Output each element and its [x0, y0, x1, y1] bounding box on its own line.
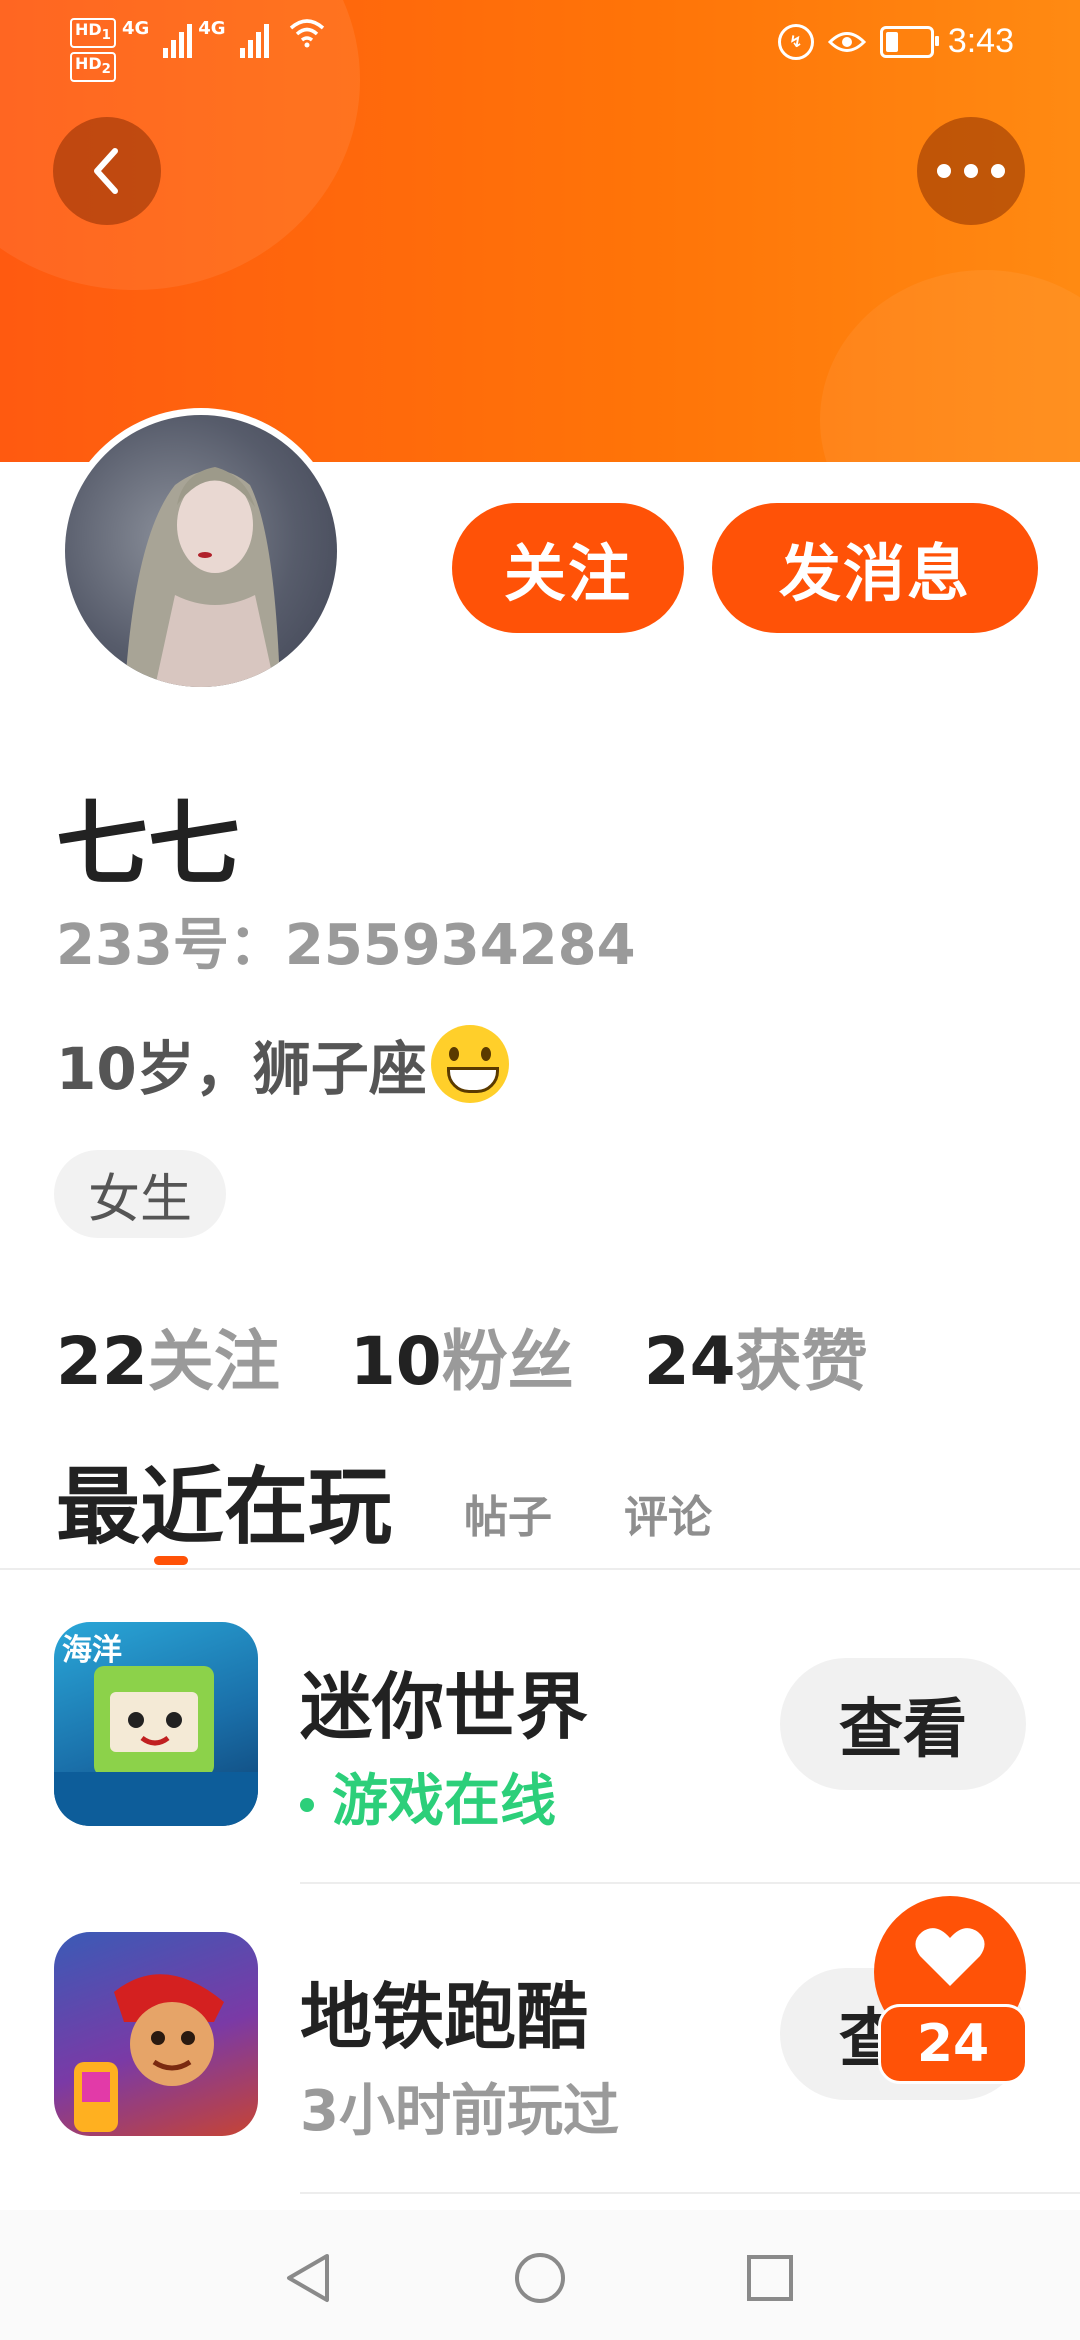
nav-home-button[interactable]	[512, 2250, 568, 2306]
back-button[interactable]	[53, 117, 161, 225]
profile-stats: 22关注 10粉丝 24获赞	[56, 1308, 868, 1404]
profile-header: HD1 HD2 4G 4G ↯ 3:43	[0, 0, 1080, 462]
battery-icon	[879, 25, 939, 58]
nav-back-button[interactable]	[280, 2250, 336, 2306]
profile-bio: 10岁，狮子座	[56, 1022, 509, 1106]
divider	[0, 1568, 1080, 1570]
avatar-image	[65, 415, 337, 687]
stat-fans[interactable]: 10粉丝	[350, 1308, 574, 1404]
more-dots-icon	[937, 164, 1005, 178]
tab-comments[interactable]: 评论	[624, 1481, 712, 1545]
online-dot-icon	[300, 1797, 314, 1812]
signal-label: 4G	[198, 18, 226, 39]
header-decoration	[820, 270, 1080, 462]
status-bar: HD1 HD2 4G 4G ↯ 3:43	[0, 0, 1080, 90]
signal-label: 4G	[121, 18, 150, 39]
divider	[300, 1882, 1080, 1884]
game-title: 迷你世界	[300, 1665, 589, 1749]
grin-emoji-icon	[430, 1025, 509, 1103]
follow-button[interactable]: 关注	[452, 503, 684, 633]
stat-following[interactable]: 22关注	[56, 1308, 280, 1404]
stat-likes[interactable]: 24获赞	[644, 1308, 868, 1404]
nav-recents-button[interactable]	[742, 2250, 798, 2306]
triangle-back-icon	[287, 2254, 329, 2302]
network-indicator: HD1 HD2	[70, 18, 116, 86]
back-arrow-icon	[94, 148, 118, 194]
game-icon-badge: 海洋	[62, 1633, 122, 1668]
divider	[300, 2192, 1080, 2194]
send-message-button[interactable]: 发消息	[712, 503, 1038, 633]
signal-icon	[239, 18, 269, 58]
more-button[interactable]	[917, 117, 1025, 225]
like-count-badge: 24	[878, 2004, 1028, 2084]
signal-icon	[163, 18, 193, 58]
profile-name: 七七	[56, 791, 241, 898]
game-status: 游戏在线	[300, 1756, 556, 1837]
game-icon-mini-world: 海洋	[54, 1622, 258, 1826]
bio-text: 10岁，狮子座	[56, 1035, 427, 1103]
system-nav-bar	[0, 2210, 1080, 2340]
view-game-button[interactable]: 查看	[780, 1658, 1026, 1790]
tab-indicator	[154, 1556, 188, 1565]
circle-home-icon	[515, 2253, 565, 2303]
wifi-icon	[289, 19, 324, 48]
tab-posts[interactable]: 帖子	[464, 1481, 552, 1545]
game-icon-subway-surfers	[54, 1932, 258, 2136]
eye-icon	[827, 31, 866, 52]
status-time: 3:43	[947, 22, 1014, 60]
profile-id[interactable]: 233号：255934284	[56, 900, 636, 981]
nfc-icon: ↯	[777, 23, 814, 60]
game-title: 地铁跑酷	[300, 1975, 589, 2059]
gender-tag: 女生	[54, 1150, 226, 1238]
square-recents-icon	[747, 2255, 793, 2301]
heart-icon	[915, 1928, 985, 1986]
tab-recently-played[interactable]: 最近在玩	[56, 1440, 392, 1561]
profile-tabs: 最近在玩 帖子 评论	[56, 1440, 712, 1561]
avatar[interactable]	[58, 408, 344, 694]
game-status: 3小时前玩过	[300, 2079, 619, 2144]
game-item[interactable]: 海洋 迷你世界 游戏在线 查看	[0, 1608, 1080, 1908]
